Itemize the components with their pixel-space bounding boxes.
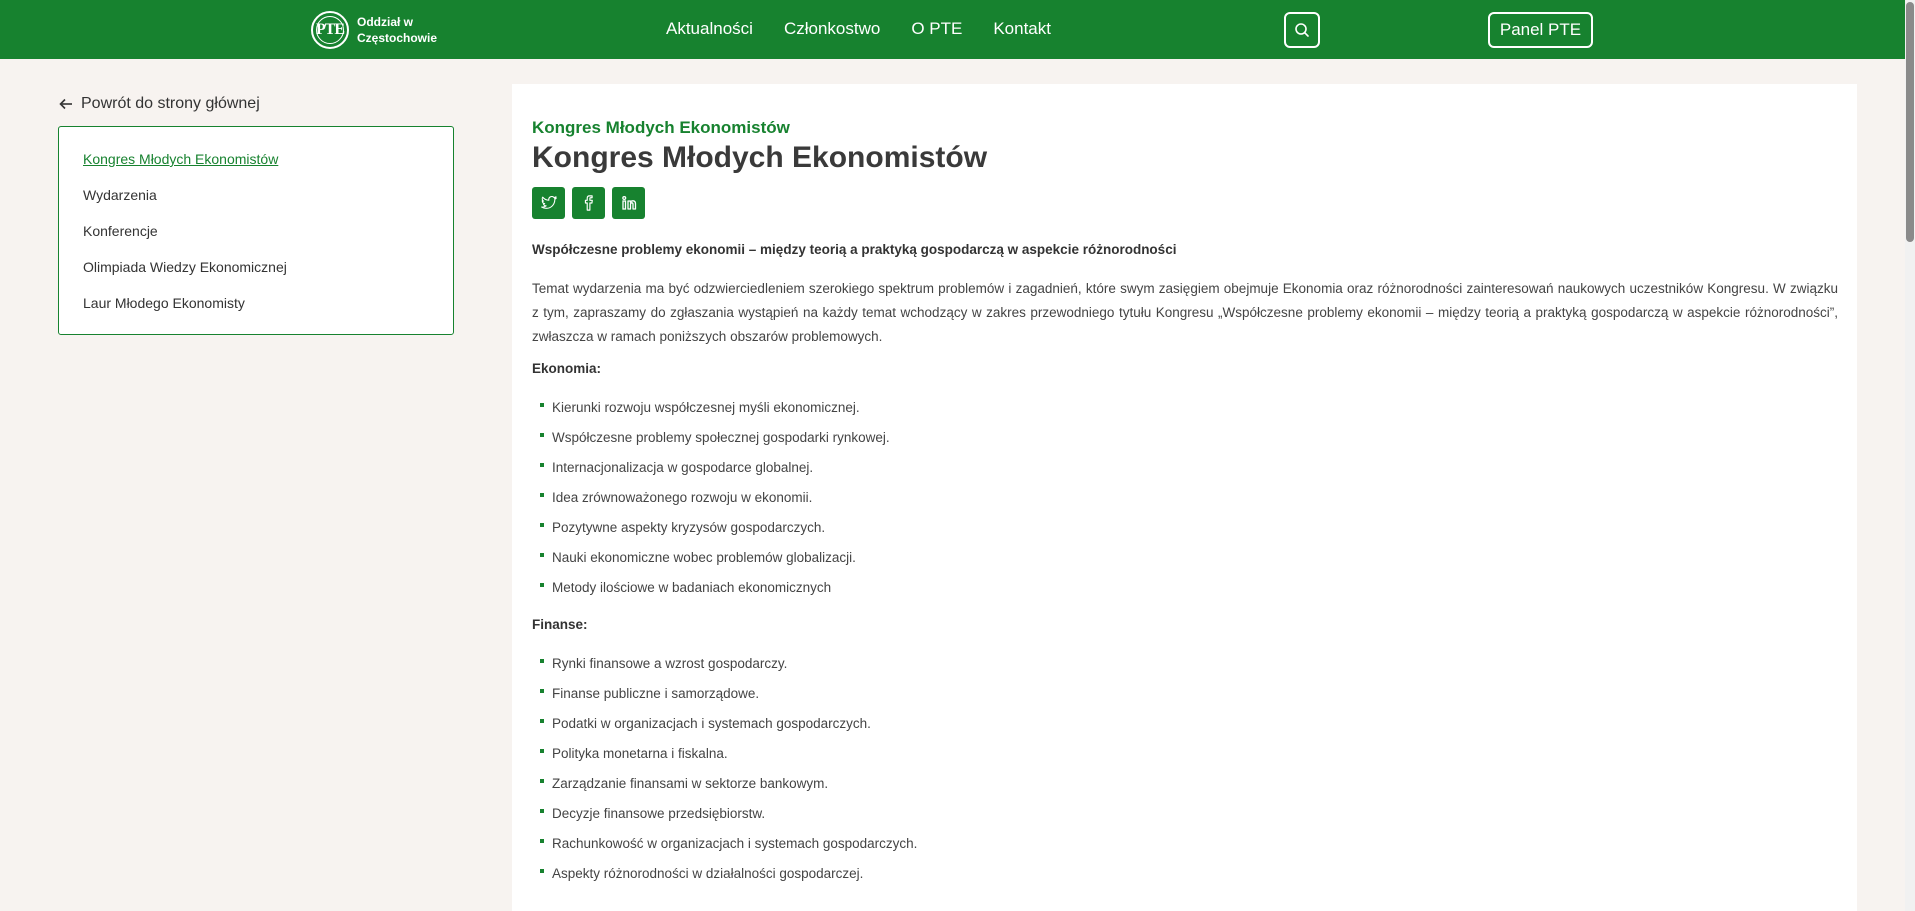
article-intro: Temat wydarzenia ma być odzwierciedlenie… [532,281,1838,344]
list-item: Rynki finansowe a wzrost gospodarczy. [532,655,1838,685]
sidebar-item-konferencje[interactable]: Konferencje [83,222,453,258]
list-item: Podatki w organizacjach i systemach gosp… [532,715,1838,745]
article-subtitle: Współczesne problemy ekonomii – między t… [532,242,1177,257]
back-to-home-link[interactable]: Powrót do strony głównej [59,95,260,113]
main-content: Kongres Młodych Ekonomistów Kongres Młod… [512,84,1857,911]
facebook-icon [584,195,593,211]
list-item: Pozytywne aspekty kryzysów gospodarczych… [532,519,1838,549]
list-item: Nauki ekonomiczne wobec problemów global… [532,549,1838,579]
logo-line-1: Oddział w [357,15,414,29]
panel-pte-button[interactable]: Panel PTE [1488,12,1593,48]
search-icon [1295,23,1309,37]
sidebar-item-kongres[interactable]: Kongres Młodych Ekonomistów [83,150,453,186]
logo[interactable]: PTE Oddział w Częstochowie [311,11,447,49]
back-link-label: Powrót do strony głównej [81,95,260,112]
list-item: Decyzje finansowe przedsiębiorstw. [532,805,1838,835]
sidebar-menu: Kongres Młodych Ekonomistów Wydarzenia K… [58,126,454,335]
list-item: Finanse publiczne i samorządowe. [532,685,1838,715]
share-linkedin-button[interactable] [612,187,645,219]
list-item: Współczesne problemy społecznej gospodar… [532,429,1838,459]
twitter-icon [540,196,557,209]
pte-logo-icon: PTE [311,11,349,49]
list-ekonomia: Kierunki rozwoju współczesnej myśli ekon… [532,399,1838,609]
section-heading-finanse: Finanse: [532,617,588,632]
list-item: Rachunkowość w organizacjach i systemach… [532,835,1838,865]
arrow-left-icon [59,98,72,110]
share-twitter-button[interactable] [532,187,565,219]
list-item: Idea zrównoważonego rozwoju w ekonomii. [532,489,1838,519]
sidebar-item-laur[interactable]: Laur Młodego Ekonomisty [83,294,453,330]
list-item: Zarządzanie finansami w sektorze bankowy… [532,775,1838,805]
list-finanse: Rynki finansowe a wzrost gospodarczy. Fi… [532,655,1838,895]
logo-text: Oddział w Częstochowie [357,14,447,46]
list-item: Metody ilościowe w badaniach ekonomiczny… [532,579,1838,609]
top-navbar: PTE Oddział w Częstochowie Aktualności C… [0,0,1905,59]
article-body: Współczesne problemy ekonomii – między t… [532,241,1838,895]
sidebar-item-wydarzenia[interactable]: Wydarzenia [83,186,453,222]
search-button[interactable] [1284,12,1320,48]
nav-czlonkostwo[interactable]: Członkostwo [784,19,880,39]
list-item: Internacjonalizacja w gospodarce globaln… [532,459,1838,489]
share-facebook-button[interactable] [572,187,605,219]
list-item: Aspekty różnorodności w działalności gos… [532,865,1838,895]
section-heading-ekonomia: Ekonomia: [532,361,602,376]
linkedin-icon [621,195,636,210]
sidebar-item-olimpiada[interactable]: Olimpiada Wiedzy Ekonomicznej [83,258,453,294]
main-nav: Aktualności Członkostwo O PTE Kontakt [666,19,1082,39]
scrollbar-thumb[interactable] [1906,2,1914,242]
nav-o-pte[interactable]: O PTE [911,19,962,39]
list-item: Polityka monetarna i fiskalna. [532,745,1838,775]
page-title: Kongres Młodych Ekonomistów [532,141,988,174]
share-buttons [532,187,645,219]
nav-kontakt[interactable]: Kontakt [993,19,1051,39]
list-item: Kierunki rozwoju współczesnej myśli ekon… [532,399,1838,429]
logo-line-2: Częstochowie [357,31,438,45]
category-label: Kongres Młodych Ekonomistów [532,118,790,137]
page-scrollbar[interactable] [1905,0,1915,911]
nav-aktualnosci[interactable]: Aktualności [666,19,753,39]
